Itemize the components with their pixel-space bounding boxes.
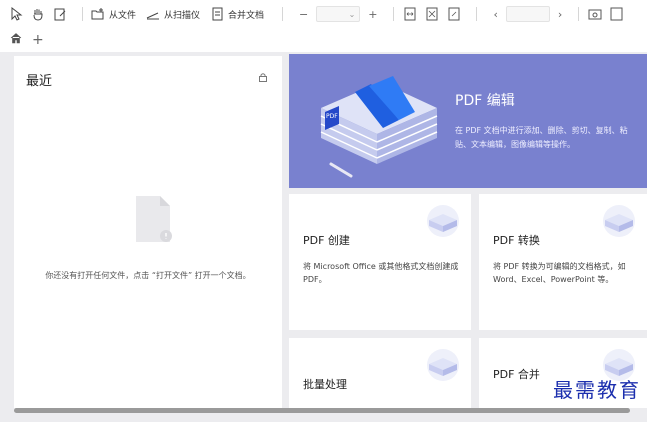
select-arrow-icon[interactable]	[8, 6, 24, 22]
merge-documents-button[interactable]: 合并文档	[210, 7, 264, 21]
pdf-edit-illustration-icon: PDF	[320, 76, 438, 178]
previous-page-button[interactable]: ‹	[493, 8, 497, 21]
from-scanner-label: 从扫描仪	[164, 10, 201, 21]
pdf-edit-description: 在 PDF 文档中进行添加、删除、剪切、复制、粘贴、文本编辑，图像编辑等操作。	[455, 126, 628, 149]
pdf-create-description: 将 Microsoft Office 或其他格式文档创建成 PDF。	[303, 262, 459, 284]
open-from-file-label: 从文件	[109, 10, 137, 21]
chevron-down-icon: ⌄	[348, 9, 356, 19]
zoom-level-select[interactable]: ⌄	[316, 6, 361, 22]
lock-icon[interactable]	[258, 72, 268, 82]
pdf-convert-feature-card[interactable]: PDF 转换 将 PDF 转换为可编辑的文档格式，如 Word、Excel、Po…	[479, 194, 647, 330]
toolbar-divider	[82, 7, 83, 21]
recent-files-panel: 最近 你还没有打开任何文件，点击 “打开文件” 打开一个文档。	[14, 56, 282, 408]
edit-doc-icon[interactable]	[52, 6, 68, 22]
empty-document-icon	[136, 196, 172, 242]
main-toolbar: 从文件 从扫描仪 合并文档 − ⌄ + ‹ ›	[0, 0, 647, 28]
pdf-merge-title: PDF 合并	[493, 368, 540, 381]
pdf-create-icon	[427, 205, 459, 237]
recent-title: 最近	[26, 74, 53, 89]
zoom-out-button[interactable]: −	[299, 8, 308, 21]
merge-documents-label: 合并文档	[228, 10, 265, 21]
toolbar-divider	[282, 7, 284, 21]
pdf-edit-title: PDF 编辑	[455, 93, 515, 109]
folder-plus-icon	[91, 8, 104, 20]
page-number-input[interactable]	[505, 6, 550, 22]
tab-strip: +	[0, 28, 647, 52]
home-tab[interactable]	[10, 32, 22, 48]
hand-tool-icon[interactable]	[30, 6, 46, 22]
horizontal-scrollbar[interactable]	[14, 408, 630, 413]
pdf-edit-feature-card[interactable]: PDF PDF 编辑 在 PDF 文档中进行添加、删除、剪切、复制、粘贴、文本编…	[289, 54, 647, 188]
screenshot-icon[interactable]	[587, 6, 603, 22]
toolbar-divider	[393, 7, 395, 21]
next-page-button[interactable]: ›	[558, 8, 562, 21]
toolbar-divider	[578, 7, 580, 21]
actual-size-icon[interactable]	[446, 6, 462, 22]
pdf-convert-icon	[603, 205, 635, 237]
pdf-create-feature-card[interactable]: PDF 创建 将 Microsoft Office 或其他格式文档创建成 PDF…	[289, 194, 471, 330]
pdf-label-icon: PDF	[326, 113, 338, 120]
batch-process-icon	[427, 349, 459, 381]
more-tools-icon[interactable]	[609, 6, 625, 22]
toolbar-divider	[476, 7, 478, 21]
batch-process-title: 批量处理	[303, 378, 347, 391]
merge-doc-icon	[212, 7, 223, 21]
zoom-in-button[interactable]: +	[368, 8, 377, 21]
start-page: 最近 你还没有打开任何文件，点击 “打开文件” 打开一个文档。 PDF PDF …	[0, 52, 647, 422]
from-scanner-button[interactable]: 从扫描仪	[146, 7, 200, 21]
fit-page-icon[interactable]	[424, 6, 440, 22]
new-tab-button[interactable]: +	[32, 32, 44, 48]
batch-process-feature-card[interactable]: 批量处理	[289, 338, 471, 408]
fit-width-icon[interactable]	[402, 6, 418, 22]
pdf-create-title: PDF 创建	[303, 234, 350, 247]
open-from-file-button[interactable]: 从文件	[91, 7, 136, 21]
home-icon	[10, 33, 22, 44]
scanner-icon	[146, 12, 160, 20]
pdf-convert-title: PDF 转换	[493, 234, 540, 247]
watermark-text: 最需教育	[553, 378, 641, 402]
empty-recent-message: 你还没有打开任何文件，点击 “打开文件” 打开一个文档。	[45, 271, 251, 280]
pdf-convert-description: 将 PDF 转换为可编辑的文档格式，如 Word、Excel、PowerPoin…	[493, 262, 626, 284]
